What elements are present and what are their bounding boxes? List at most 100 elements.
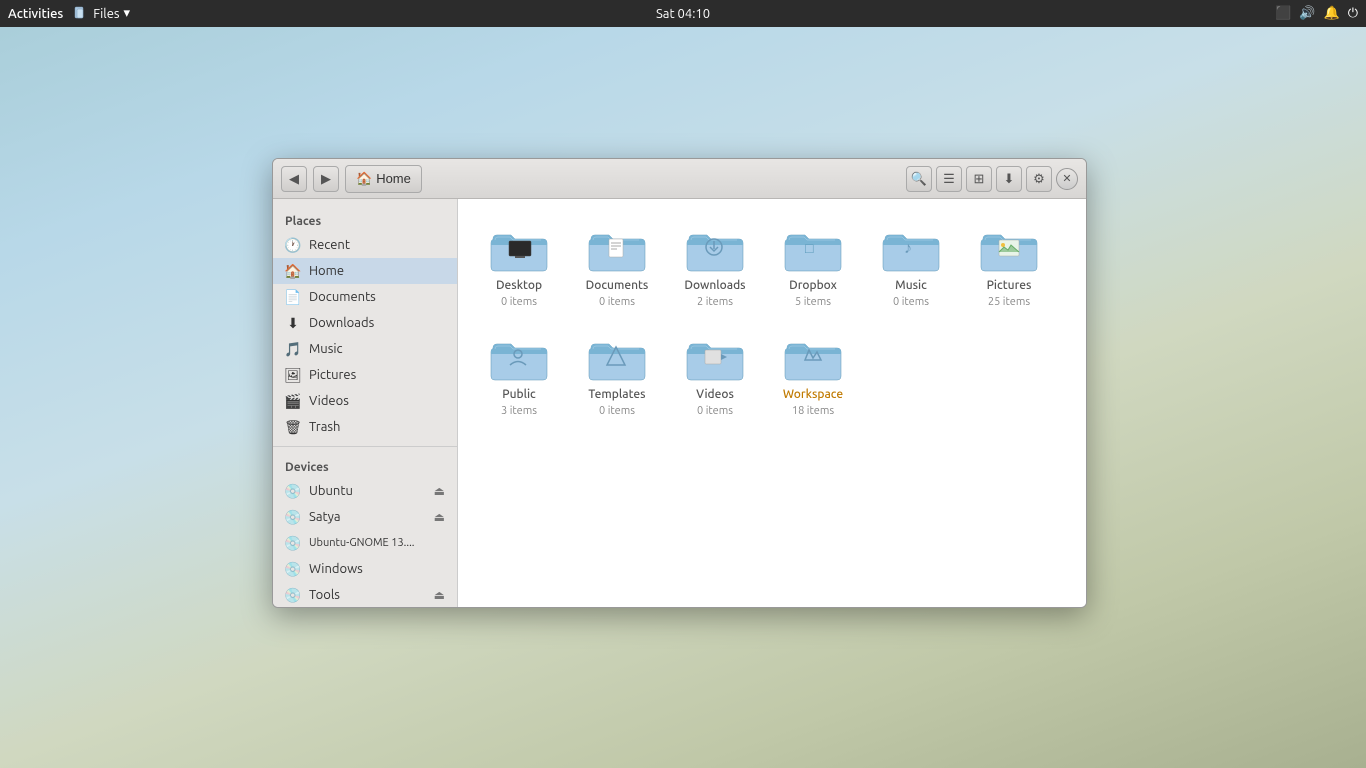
- sidebar-documents-label: Documents: [309, 290, 376, 304]
- tools-disk-icon: 💿: [285, 587, 301, 603]
- clock: Sat 04:10: [656, 7, 710, 21]
- folder-count-desktop: 0 items: [501, 296, 537, 308]
- list-view-button[interactable]: ☰: [936, 166, 962, 192]
- power-icon[interactable]: ⏻: [1348, 6, 1358, 21]
- sidebar-device-windows[interactable]: 💿 Windows: [273, 556, 457, 582]
- topbar-left: Activities Files ▾: [8, 6, 130, 22]
- folder-icon-downloads: [685, 223, 745, 275]
- sidebar-item-downloads[interactable]: ⬇ Downloads: [273, 310, 457, 336]
- folder-name-downloads: Downloads: [684, 279, 745, 292]
- sidebar-device-satya[interactable]: 💿 Satya ⏏: [273, 504, 457, 530]
- topbar: Activities Files ▾ Sat 04:10 ⬛ 🔊 🔔 ⏻: [0, 0, 1366, 27]
- folder-item-downloads[interactable]: Downloads 2 items: [670, 215, 760, 316]
- folder-icon-templates: [587, 332, 647, 384]
- sidebar-trash-label: Trash: [309, 420, 340, 434]
- folder-item-videos[interactable]: Videos 0 items: [670, 324, 760, 425]
- home-nav-icon: 🏠: [356, 171, 372, 187]
- search-button[interactable]: 🔍: [906, 166, 932, 192]
- folder-count-documents: 0 items: [599, 296, 635, 308]
- satya-eject-icon[interactable]: ⏏: [434, 510, 445, 524]
- folder-item-workspace[interactable]: Workspace18 items: [768, 324, 858, 425]
- activities-button[interactable]: Activities: [8, 7, 63, 21]
- folder-name-pictures: Pictures: [987, 279, 1032, 292]
- sidebar-downloads-label: Downloads: [309, 316, 374, 330]
- folder-name-templates: Templates: [588, 388, 645, 401]
- sidebar-item-home[interactable]: 🏠 Home: [273, 258, 457, 284]
- satya-label: Satya: [309, 510, 341, 524]
- grid-view-button[interactable]: ⊞: [966, 166, 992, 192]
- folder-count-workspace: 18 items: [792, 405, 834, 417]
- sidebar-device-ubuntu-gnome[interactable]: 💿 Ubuntu-GNOME 13....: [273, 530, 457, 556]
- sidebar-item-videos[interactable]: 🎬 Videos: [273, 388, 457, 414]
- download-button[interactable]: ⬇: [996, 166, 1022, 192]
- close-button[interactable]: ✕: [1056, 168, 1078, 190]
- sidebar-item-recent[interactable]: 🕐 Recent: [273, 232, 457, 258]
- files-icon: [73, 6, 89, 22]
- app-menu-button[interactable]: Files ▾: [73, 6, 130, 22]
- ubuntu-eject-icon[interactable]: ⏏: [434, 484, 445, 498]
- tools-eject-icon[interactable]: ⏏: [434, 588, 445, 602]
- sidebar-item-documents[interactable]: 📄 Documents: [273, 284, 457, 310]
- folder-name-desktop: Desktop: [496, 279, 542, 292]
- folder-item-dropbox[interactable]: □ Dropbox5 items: [768, 215, 858, 316]
- folder-icon-dropbox: □: [783, 223, 843, 275]
- downloads-sidebar-icon: ⬇: [285, 315, 301, 331]
- folder-count-downloads: 2 items: [697, 296, 733, 308]
- sidebar-item-pictures[interactable]: 🖼 Pictures: [273, 362, 457, 388]
- folder-name-public: Public: [502, 388, 536, 401]
- folder-name-videos: Videos: [696, 388, 734, 401]
- display-icon[interactable]: ⬛: [1275, 6, 1291, 21]
- notification-icon[interactable]: 🔔: [1324, 6, 1340, 21]
- folder-icon-desktop: [489, 223, 549, 275]
- folder-icon-videos: [685, 332, 745, 384]
- tools-label: Tools: [309, 588, 340, 602]
- folder-item-public[interactable]: Public3 items: [474, 324, 564, 425]
- pictures-sidebar-icon: 🖼: [285, 367, 301, 383]
- folder-icon-public: [489, 332, 549, 384]
- sidebar-pictures-label: Pictures: [309, 368, 356, 382]
- main-content: Desktop 0 items Documents0 items Download…: [458, 199, 1086, 607]
- sidebar-home-label: Home: [309, 264, 344, 278]
- titlebar-actions: 🔍 ☰ ⊞ ⬇ ⚙ ✕: [906, 166, 1078, 192]
- folder-count-pictures: 25 items: [988, 296, 1030, 308]
- ubuntu-gnome-label: Ubuntu-GNOME 13....: [309, 537, 414, 549]
- ubuntu-gnome-disk-icon: 💿: [285, 535, 301, 551]
- folder-name-dropbox: Dropbox: [789, 279, 837, 292]
- sidebar: Places 🕐 Recent 🏠 Home 📄 Documents ⬇ Dow…: [273, 199, 458, 607]
- forward-button[interactable]: ▶: [313, 166, 339, 192]
- resize-handle[interactable]: [1074, 595, 1086, 607]
- back-button[interactable]: ◀: [281, 166, 307, 192]
- folder-name-music: Music: [895, 279, 927, 292]
- places-header: Places: [273, 207, 457, 232]
- trash-sidebar-icon: 🗑: [285, 419, 301, 435]
- ubuntu-disk-icon: 💿: [285, 483, 301, 499]
- recent-icon: 🕐: [285, 237, 301, 253]
- file-manager-window: ◀ ▶ 🏠 Home 🔍 ☰ ⊞ ⬇ ⚙ ✕ Places 🕐 Recent 🏠: [272, 158, 1087, 608]
- folder-icon-pictures: [979, 223, 1039, 275]
- folder-item-documents[interactable]: Documents0 items: [572, 215, 662, 316]
- folder-icon-workspace: [783, 332, 843, 384]
- windows-label: Windows: [309, 562, 363, 576]
- folder-item-desktop[interactable]: Desktop 0 items: [474, 215, 564, 316]
- sidebar-device-ubuntu[interactable]: 💿 Ubuntu ⏏: [273, 478, 457, 504]
- home-nav-button[interactable]: 🏠 Home: [345, 165, 422, 193]
- sidebar-device-tools[interactable]: 💿 Tools ⏏: [273, 582, 457, 607]
- folder-item-templates[interactable]: Templates0 items: [572, 324, 662, 425]
- videos-sidebar-icon: 🎬: [285, 393, 301, 409]
- app-label: Files: [93, 7, 119, 21]
- home-nav-label: Home: [376, 171, 411, 186]
- folder-grid: Desktop 0 items Documents0 items Download…: [474, 215, 1070, 425]
- sidebar-item-trash[interactable]: 🗑 Trash: [273, 414, 457, 440]
- sidebar-recent-label: Recent: [309, 238, 350, 252]
- sidebar-item-music[interactable]: 🎵 Music: [273, 336, 457, 362]
- sidebar-videos-label: Videos: [309, 394, 349, 408]
- folder-count-videos: 0 items: [697, 405, 733, 417]
- volume-icon[interactable]: 🔊: [1299, 6, 1315, 21]
- folder-item-music[interactable]: ♪ Music0 items: [866, 215, 956, 316]
- settings-button[interactable]: ⚙: [1026, 166, 1052, 192]
- documents-icon: 📄: [285, 289, 301, 305]
- devices-header: Devices: [273, 453, 457, 478]
- titlebar: ◀ ▶ 🏠 Home 🔍 ☰ ⊞ ⬇ ⚙ ✕: [273, 159, 1086, 199]
- folder-item-pictures[interactable]: Pictures 25 items: [964, 215, 1054, 316]
- satya-disk-icon: 💿: [285, 509, 301, 525]
